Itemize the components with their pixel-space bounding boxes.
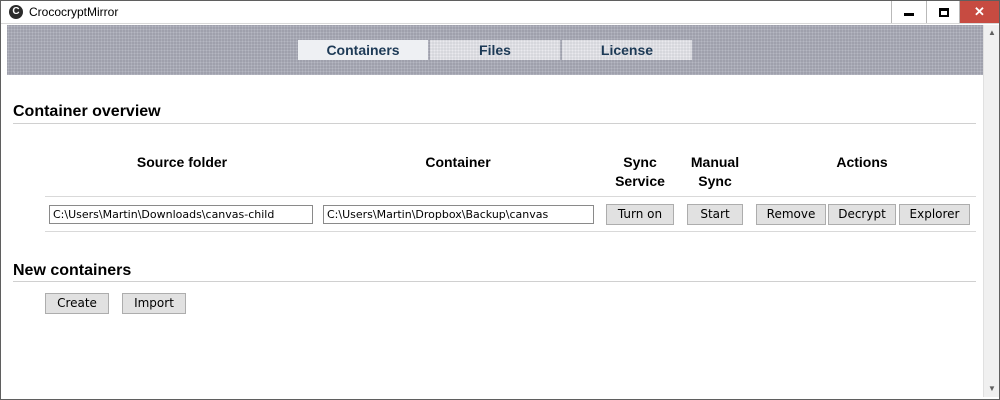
- explorer-button[interactable]: Explorer: [899, 204, 970, 225]
- app-window: C CrococryptMirror ✕ Containers Files Li…: [0, 0, 1000, 400]
- scroll-down-icon[interactable]: ▼: [984, 381, 999, 397]
- scroll-up-icon[interactable]: ▲: [984, 25, 999, 41]
- maximize-icon: [938, 8, 949, 18]
- container-path-field[interactable]: C:\Users\Martin\Dropbox\Backup\canvas: [323, 205, 594, 224]
- import-container-button[interactable]: Import: [122, 293, 186, 314]
- remove-button[interactable]: Remove: [756, 204, 826, 225]
- close-icon: ✕: [974, 4, 985, 19]
- column-header-manual-sync: Manual Sync: [680, 153, 750, 191]
- turn-on-sync-button[interactable]: Turn on: [606, 204, 674, 225]
- vertical-scrollbar[interactable]: ▲ ▼: [983, 25, 999, 397]
- decrypt-button[interactable]: Decrypt: [828, 204, 896, 225]
- section-divider: [13, 123, 976, 124]
- app-logo-icon: C: [9, 5, 23, 19]
- column-header-sync-service-line1: Sync: [623, 154, 657, 170]
- tab-license[interactable]: License: [562, 40, 692, 60]
- column-header-sync-service: Sync Service: [605, 153, 675, 191]
- minimize-icon: [903, 13, 914, 17]
- column-header-sync-service-line2: Service: [615, 173, 665, 189]
- column-header-manual-sync-line1: Manual: [690, 154, 740, 170]
- tab-containers[interactable]: Containers: [298, 40, 428, 60]
- close-button[interactable]: ✕: [959, 1, 999, 23]
- create-container-button[interactable]: Create: [45, 293, 109, 314]
- table-row-divider-top: [45, 196, 976, 197]
- column-header-actions: Actions: [836, 154, 888, 170]
- section-title-new-containers: New containers: [13, 262, 132, 279]
- start-sync-button[interactable]: Start: [687, 204, 743, 225]
- tab-files[interactable]: Files: [430, 40, 560, 60]
- column-header-source-folder: Source folder: [136, 154, 228, 170]
- section-divider: [13, 281, 976, 282]
- minimize-button[interactable]: [891, 1, 925, 23]
- column-header-manual-sync-line2: Sync: [698, 173, 732, 189]
- source-folder-field[interactable]: C:\Users\Martin\Downloads\canvas-child: [49, 205, 313, 224]
- section-title-container-overview: Container overview: [13, 103, 161, 120]
- column-header-container: Container: [425, 154, 491, 170]
- tab-bar: Containers Files License: [7, 25, 983, 75]
- table-row-divider-bottom: [45, 231, 976, 232]
- title-bar: C CrococryptMirror ✕: [1, 1, 999, 24]
- window-title: CrococryptMirror: [29, 5, 119, 19]
- maximize-button[interactable]: [926, 1, 960, 23]
- main-content: Container overview Source folder Contain…: [7, 75, 983, 397]
